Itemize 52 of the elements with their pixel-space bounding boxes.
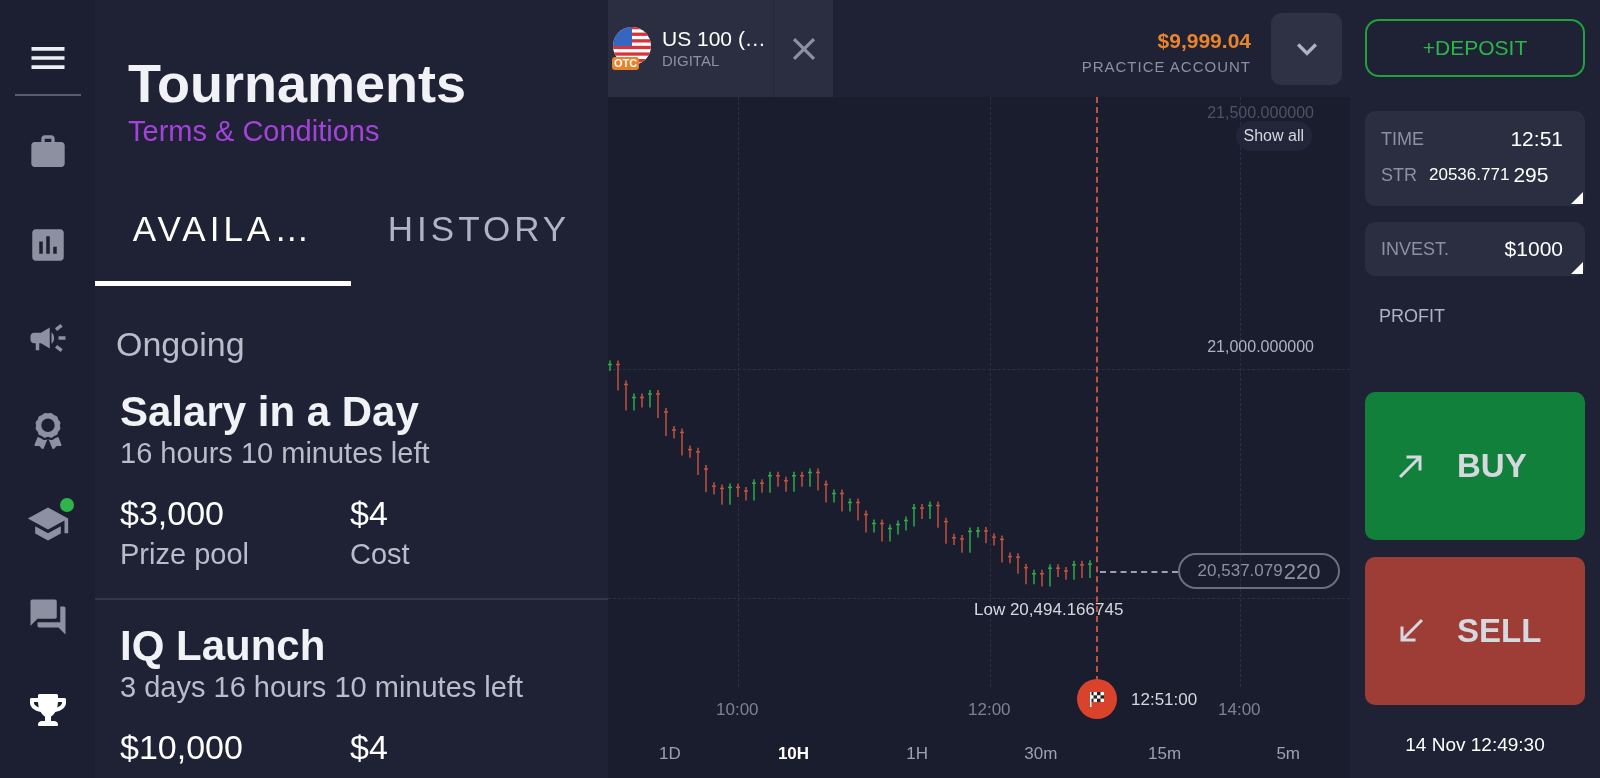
tab[interactable]: HISTORY — [351, 192, 607, 286]
cost-label: Cost — [350, 537, 410, 572]
strike-tail: 295 — [1513, 162, 1549, 189]
time-axis-label: 10:00 — [716, 699, 759, 721]
asset-tab[interactable]: OTC US 100 (… DIGITAL — [608, 0, 773, 97]
time-label: TIME — [1381, 127, 1424, 151]
time-value: 12:51 — [1510, 126, 1564, 153]
timeframe-button[interactable]: 1H — [855, 741, 979, 767]
corner-marker-icon — [1571, 192, 1583, 204]
cost-amount: $4 — [350, 727, 388, 768]
price-label: 21,000.000000 — [1207, 337, 1314, 357]
timeframe-button[interactable]: 10H — [731, 741, 856, 767]
section-heading: Ongoing — [115, 324, 246, 364]
timeframe-button[interactable]: 30m — [979, 741, 1103, 767]
deposit-button[interactable]: +DEPOSIT — [1365, 19, 1585, 77]
account-type: PRACTICE ACCOUNT — [1081, 56, 1251, 77]
low-price-label: Low 20,494.166745 — [974, 599, 1124, 621]
timeframe-button[interactable]: 5m — [1226, 741, 1351, 767]
terms-link[interactable]: Terms & Conditions — [128, 115, 380, 147]
prize-amount: $10,000 — [120, 727, 244, 768]
asset-name: US 100 (… — [662, 26, 766, 51]
time-axis-label: 14:00 — [1218, 699, 1261, 721]
close-icon[interactable] — [773, 0, 833, 97]
prize-label: Prize pool — [120, 537, 250, 572]
invest-card[interactable]: INVEST. $1000 — [1365, 222, 1585, 276]
sell-button[interactable]: SELL — [1365, 557, 1585, 705]
cost-amount: $4 — [350, 493, 389, 534]
time-left: 3 days 16 hours 10 minutes left — [120, 670, 524, 704]
clock: 14 Nov 12:49:30 — [1405, 733, 1545, 757]
buy-button[interactable]: BUY — [1365, 392, 1585, 540]
corner-marker-icon — [1571, 262, 1583, 274]
time-left: 16 hours 10 minutes left — [120, 436, 431, 470]
strike-value: 20536.771 — [1429, 164, 1510, 187]
tournament-name: Salary in a Day — [120, 388, 420, 436]
timeframe-button[interactable]: 1D — [608, 741, 732, 767]
expiry-time: 12:51:00 — [1131, 689, 1198, 711]
finish-flag-icon — [1077, 679, 1117, 719]
tab[interactable]: AVAILA… — [95, 192, 351, 286]
account-balance: $9,999.04 — [1157, 27, 1251, 54]
current-price-pill: 20,537.079220 — [1178, 553, 1340, 589]
timeframe-button[interactable]: 15m — [1102, 741, 1227, 767]
invest-value: $1000 — [1504, 236, 1564, 263]
panel-title: Tournaments — [128, 52, 468, 114]
expiry-card[interactable]: TIME 12:51 STR 20536.771 295 — [1365, 111, 1585, 206]
time-axis-label: 12:00 — [968, 699, 1011, 721]
strike-label: STR — [1381, 163, 1417, 187]
profit-label: PROFIT — [1379, 305, 1445, 328]
tournament-name: IQ Launch — [120, 622, 327, 670]
prize-amount: $3,000 — [120, 493, 225, 534]
show-all-button[interactable]: Show all — [1235, 121, 1312, 151]
asset-type: DIGITAL — [662, 51, 721, 71]
invest-label: INVEST. — [1381, 237, 1450, 261]
